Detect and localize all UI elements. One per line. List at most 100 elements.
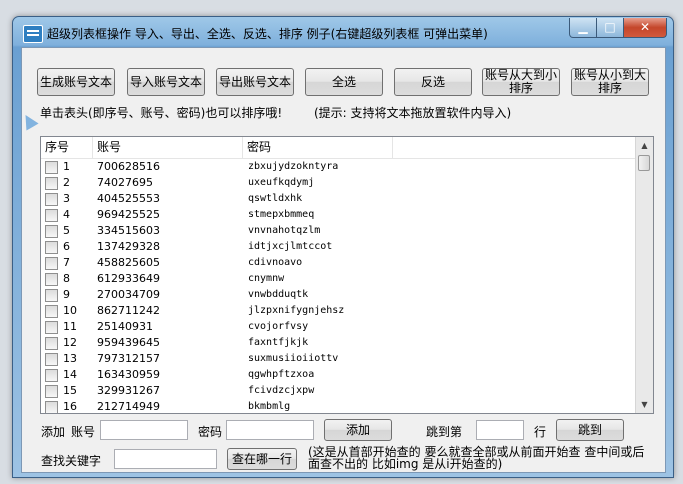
table-row[interactable]: 8 612933649 cnymnw xyxy=(41,271,636,287)
row-checkbox[interactable] xyxy=(45,369,58,382)
row-password: cdivnoavo xyxy=(248,257,303,268)
goto-button[interactable]: 跳到 xyxy=(556,419,624,441)
row-account: 700628516 xyxy=(97,160,160,173)
table-row[interactable]: 16 212714949 bkmbmlg xyxy=(41,399,636,413)
table-row[interactable]: 13 797312157 suxmusiioiiottv xyxy=(41,351,636,367)
account-label: 账号 xyxy=(71,425,96,439)
row-index: 3 xyxy=(63,192,70,205)
goto-row-input[interactable] xyxy=(476,420,524,440)
row-index: 10 xyxy=(63,304,77,317)
row-index: 2 xyxy=(63,176,70,189)
generate-accounts-button[interactable]: 生成账号文本 xyxy=(37,68,115,96)
scroll-up-arrow-icon[interactable]: ▲ xyxy=(636,137,653,154)
row-checkbox[interactable] xyxy=(45,257,58,270)
row-checkbox[interactable] xyxy=(45,353,58,366)
import-accounts-button[interactable]: 导入账号文本 xyxy=(127,68,205,96)
table-row[interactable]: 2 74027695 uxeufkqdymj xyxy=(41,175,636,191)
row-checkbox[interactable] xyxy=(45,401,58,413)
row-checkbox[interactable] xyxy=(45,177,58,190)
row-checkbox[interactable] xyxy=(45,209,58,222)
search-note: (这是从首部开始查的 要么就查全部或从前面开始查 查中间或后面查不出的 比如im… xyxy=(308,445,645,471)
row-checkbox[interactable] xyxy=(45,161,58,174)
row-account: 329931267 xyxy=(97,384,160,397)
sort-asc-button[interactable]: 账号从小到大排序 xyxy=(571,68,649,96)
table-row[interactable]: 14 163430959 qgwhpftzxoa xyxy=(41,367,636,383)
search-keyword-input[interactable] xyxy=(114,449,217,469)
row-checkbox[interactable] xyxy=(45,321,58,334)
table-row[interactable]: 5 334515603 vnvnahotqzlm xyxy=(41,223,636,239)
row-index: 1 xyxy=(63,160,70,173)
row-account: 25140931 xyxy=(97,320,153,333)
row-checkbox[interactable] xyxy=(45,273,58,286)
password-label: 密码 xyxy=(198,425,223,439)
table-row[interactable]: 11 25140931 cvojorfvsy xyxy=(41,319,636,335)
super-list-box[interactable]: 序号 账号 密码 1 700628516 zbxujydzokntyra 2 74027… xyxy=(40,136,654,414)
list-rows: 1 700628516 zbxujydzokntyra 2 74027695 uxeufk… xyxy=(41,159,636,413)
row-index: 4 xyxy=(63,208,70,221)
sort-desc-button[interactable]: 账号从大到小排序 xyxy=(482,68,560,96)
row-index: 13 xyxy=(63,352,77,365)
account-input[interactable] xyxy=(100,420,188,440)
row-index: 12 xyxy=(63,336,77,349)
main-window: 超级列表框操作 导入、导出、全选、反选、排序 例子(右键超级列表框 可弹出菜单)… xyxy=(12,16,674,478)
row-password: qswtldxhk xyxy=(248,193,303,204)
title-bar[interactable]: 超级列表框操作 导入、导出、全选、反选、排序 例子(右键超级列表框 可弹出菜单)… xyxy=(13,17,673,47)
row-account: 74027695 xyxy=(97,176,153,189)
client-area: 生成账号文本 导入账号文本 导出账号文本 全选 反选 账号从大到小排序 账号从小… xyxy=(21,47,666,473)
maximize-button[interactable]: □ xyxy=(596,18,624,38)
row-account: 163430959 xyxy=(97,368,160,381)
row-account: 404525553 xyxy=(97,192,160,205)
add-button[interactable]: 添加 xyxy=(324,419,392,441)
row-checkbox[interactable] xyxy=(45,193,58,206)
row-checkbox[interactable] xyxy=(45,305,58,318)
table-row[interactable]: 10 862711242 jlzpxnifygnjehsz xyxy=(41,303,636,319)
drag-drop-hint: (提示: 支持将文本拖放置软件内导入) xyxy=(314,106,512,120)
scroll-thumb[interactable] xyxy=(638,155,650,171)
column-header-password[interactable]: 密码 xyxy=(243,137,393,158)
table-row[interactable]: 9 270034709 vnwbdduqtk xyxy=(41,287,636,303)
row-password: cvojorfvsy xyxy=(248,321,309,332)
add-label: 添加 xyxy=(41,425,66,439)
row-account: 212714949 xyxy=(97,400,160,413)
table-row[interactable]: 12 959439645 faxntfjkjk xyxy=(41,335,636,351)
row-password: faxntfjkjk xyxy=(248,337,309,348)
export-accounts-button[interactable]: 导出账号文本 xyxy=(216,68,294,96)
row-password: cnymnw xyxy=(248,273,285,284)
column-header-account[interactable]: 账号 xyxy=(93,137,243,158)
row-password: suxmusiioiiottv xyxy=(248,353,339,364)
table-row[interactable]: 4 969425525 stmepxbmmeq xyxy=(41,207,636,223)
table-row[interactable]: 6 137429328 idtjxcjlmtccot xyxy=(41,239,636,255)
row-index: 14 xyxy=(63,368,77,381)
row-account: 137429328 xyxy=(97,240,160,253)
table-row[interactable]: 7 458825605 cdivnoavo xyxy=(41,255,636,271)
invert-selection-button[interactable]: 反选 xyxy=(394,68,472,96)
row-password: bkmbmlg xyxy=(248,401,291,412)
vertical-scrollbar[interactable]: ▲ ▼ xyxy=(635,137,653,413)
select-all-button[interactable]: 全选 xyxy=(305,68,383,96)
table-row[interactable]: 15 329931267 fcivdzcjxpw xyxy=(41,383,636,399)
row-checkbox[interactable] xyxy=(45,289,58,302)
row-index: 16 xyxy=(63,400,77,413)
password-input[interactable] xyxy=(226,420,314,440)
sort-hint: 单击表头(即序号、账号、密码)也可以排序哦! xyxy=(40,106,283,120)
scroll-down-arrow-icon[interactable]: ▼ xyxy=(636,396,653,413)
row-password: qgwhpftzxoa xyxy=(248,369,315,380)
row-password: idtjxcjlmtccot xyxy=(248,241,333,252)
window-title: 超级列表框操作 导入、导出、全选、反选、排序 例子(右键超级列表框 可弹出菜单) xyxy=(47,27,488,41)
row-password: stmepxbmmeq xyxy=(248,209,315,220)
row-checkbox[interactable] xyxy=(45,385,58,398)
table-row[interactable]: 3 404525553 qswtldxhk xyxy=(41,191,636,207)
row-index: 6 xyxy=(63,240,70,253)
row-checkbox[interactable] xyxy=(45,337,58,350)
find-row-button[interactable]: 查在哪一行 xyxy=(227,448,297,470)
table-row[interactable]: 1 700628516 zbxujydzokntyra xyxy=(41,159,636,175)
close-button[interactable]: ✕ xyxy=(623,18,667,38)
search-keyword-label: 查找关键字 xyxy=(41,454,102,468)
row-password: jlzpxnifygnjehsz xyxy=(248,305,345,316)
row-account: 969425525 xyxy=(97,208,160,221)
minimize-button[interactable]: ▁ xyxy=(569,18,597,38)
row-checkbox[interactable] xyxy=(45,241,58,254)
row-checkbox[interactable] xyxy=(45,225,58,238)
column-header-index[interactable]: 序号 xyxy=(41,137,93,158)
list-header: 序号 账号 密码 xyxy=(41,137,636,159)
